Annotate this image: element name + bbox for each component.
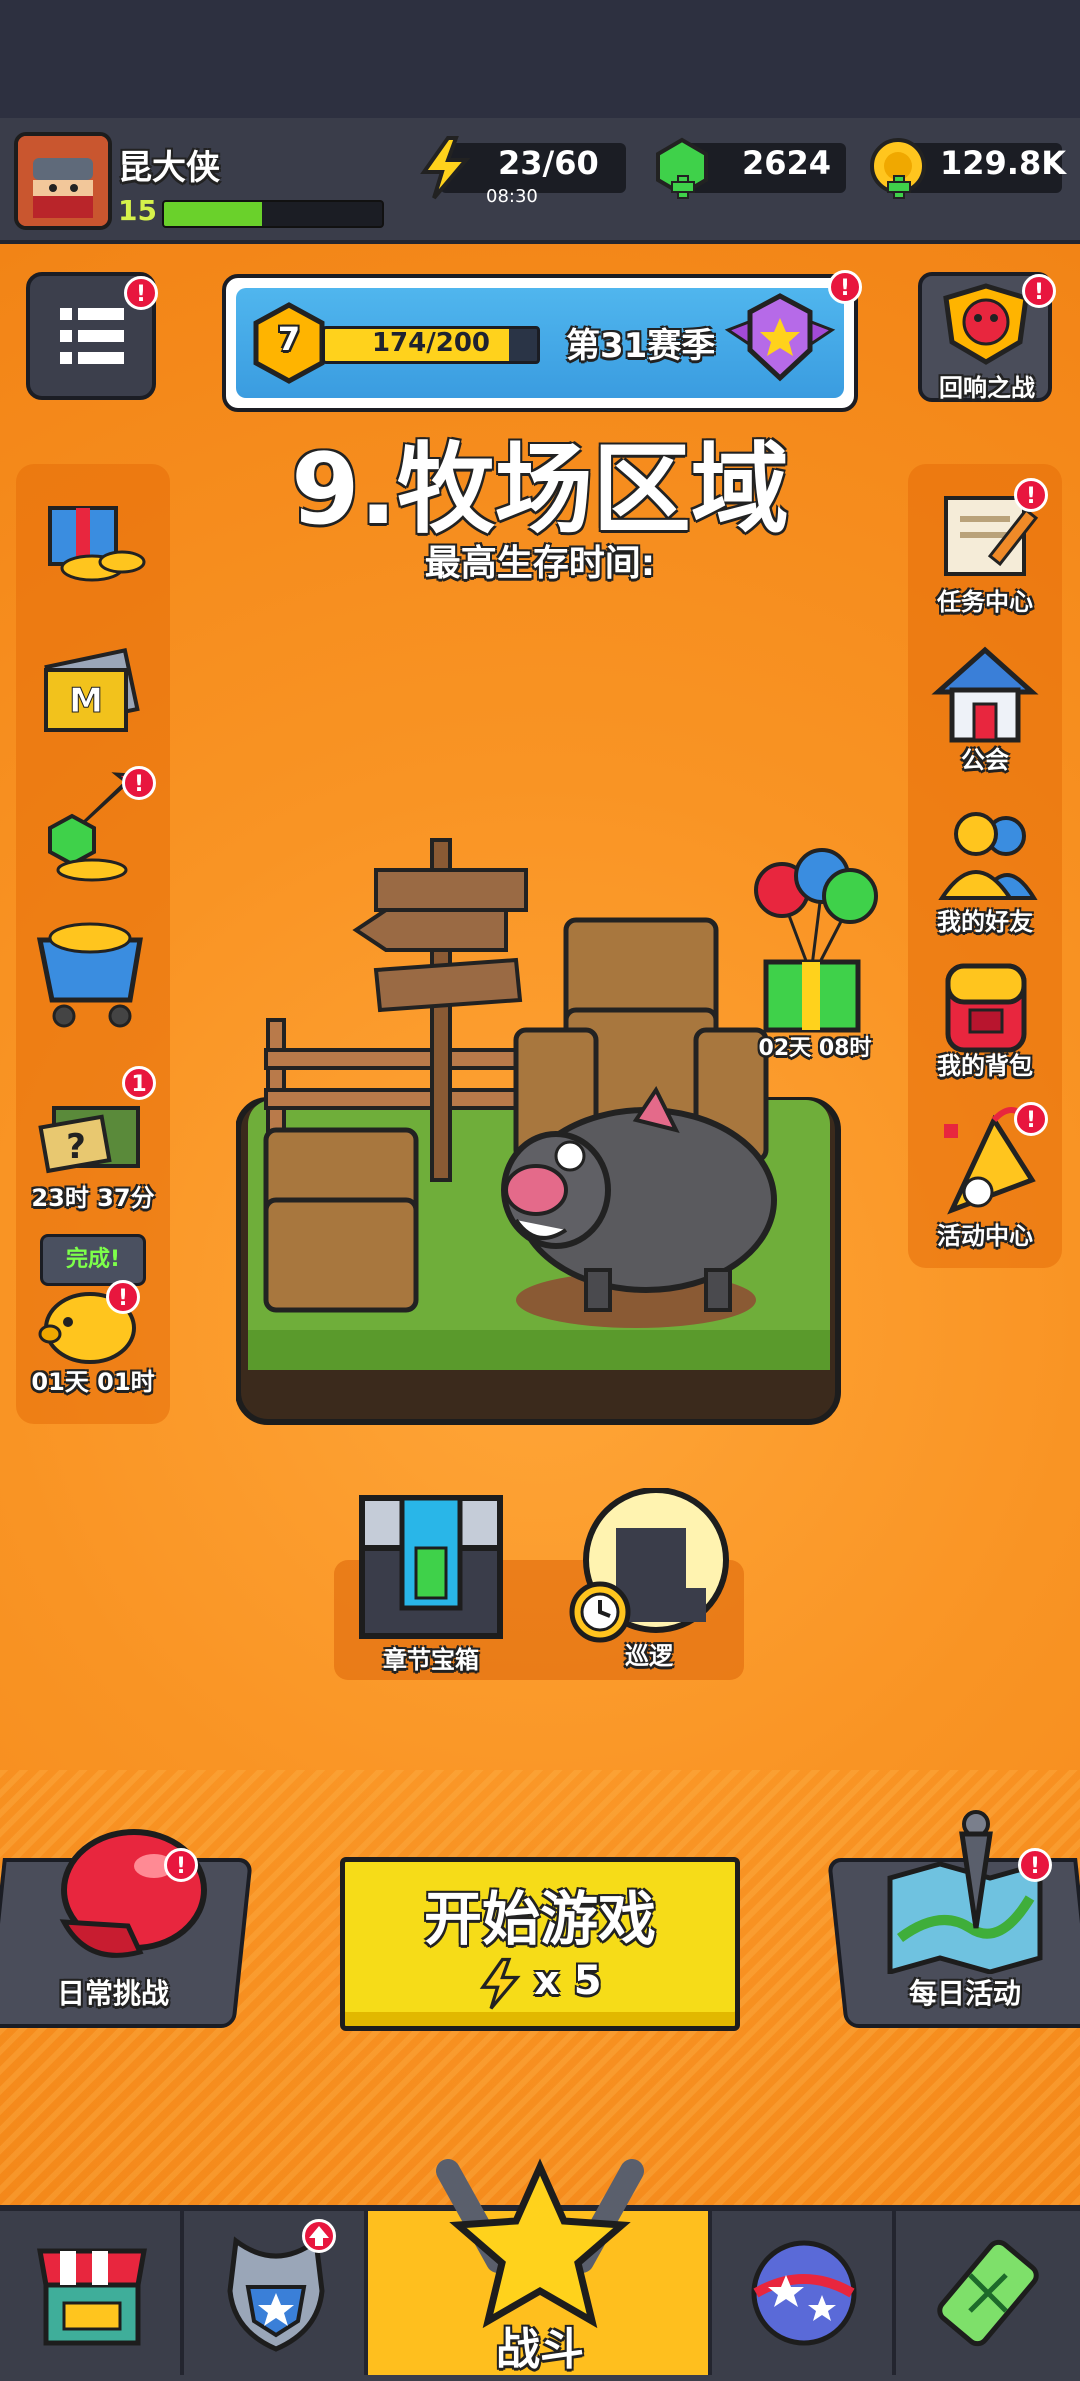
season-badge-icon xyxy=(724,290,836,398)
shop-cart-icon[interactable] xyxy=(30,904,154,1038)
nav-skills[interactable] xyxy=(712,2211,896,2375)
event-center-alert-badge: ! xyxy=(1014,1102,1048,1136)
chapter-chest-icon[interactable] xyxy=(356,1492,506,1646)
treasure-map-icon xyxy=(880,1808,1050,1978)
daily-activity-label: 每日活动 xyxy=(908,1977,1021,2010)
coin-plus-icon[interactable] xyxy=(868,136,928,204)
coins-value: 129.8K xyxy=(940,144,1067,182)
patrol-icon[interactable] xyxy=(566,1487,736,1652)
nav-shop[interactable] xyxy=(0,2211,184,2375)
demon-shield-icon xyxy=(943,283,1029,365)
xp-bar xyxy=(162,200,384,228)
guild-label: 公会 xyxy=(961,746,1009,774)
nav-battle[interactable]: 战斗 xyxy=(368,2158,712,2375)
energy-timer: 08:30 xyxy=(486,186,538,207)
gem-plus-icon[interactable] xyxy=(652,136,712,204)
start-game-label: 开始游戏 xyxy=(423,1885,656,1953)
xp-bar-fill xyxy=(164,202,263,226)
player-avatar[interactable] xyxy=(14,132,112,230)
piggy-timer: 01天 01时 xyxy=(31,1368,155,1396)
nav-battle-label: 战斗 xyxy=(496,2324,584,2375)
balloon-gift-icon[interactable] xyxy=(748,846,878,1040)
task-center-label: 任务中心 xyxy=(937,588,1033,616)
nav-talent[interactable] xyxy=(184,2211,368,2375)
crate-timer: 23时 37分 xyxy=(31,1184,155,1212)
balloon-gift-timer: 02天 08时 xyxy=(758,1036,872,1061)
piggy-alert-badge: ! xyxy=(106,1280,140,1314)
daily-challenge-alert-badge: ! xyxy=(164,1848,198,1882)
energy-value: 23/60 xyxy=(498,144,599,182)
shop-stall-icon xyxy=(37,2248,147,2346)
monthly-card-icon[interactable]: M xyxy=(32,636,152,750)
svg-text:M: M xyxy=(69,681,103,721)
season-alert-badge: ! xyxy=(828,270,862,304)
gems-value: 2624 xyxy=(742,144,832,182)
status-bar xyxy=(0,0,1080,118)
menu-alert-badge: ! xyxy=(124,276,158,310)
crate-count-badge: 1 xyxy=(122,1066,156,1100)
dna-capsule-icon xyxy=(937,2239,1039,2347)
daily-activity-alert-badge: ! xyxy=(1018,1848,1052,1882)
skill-orb-icon xyxy=(751,2240,857,2346)
backpack-label: 我的背包 xyxy=(937,1052,1033,1080)
energy-cost-icon xyxy=(478,1956,522,2016)
player-name: 昆大侠 xyxy=(118,148,220,188)
start-game-cost: x 5 xyxy=(534,1958,602,2004)
echo-battle-label: 回响之战 xyxy=(939,374,1035,402)
gift-coins-icon[interactable] xyxy=(32,486,152,600)
energy-icon xyxy=(418,136,472,204)
player-level: 15 xyxy=(118,194,157,227)
nav-evolve[interactable] xyxy=(896,2211,1080,2375)
piggy-complete-tag: 完成! xyxy=(40,1234,146,1286)
season-label: 第31赛季 xyxy=(566,326,716,366)
season-progress: 174/200 xyxy=(371,328,491,358)
season-level: 7 xyxy=(277,320,301,358)
svg-text:?: ? xyxy=(66,1127,86,1167)
friends-icon[interactable] xyxy=(932,806,1042,910)
patrol-label: 巡逻 xyxy=(625,1642,673,1670)
friends-label: 我的好友 xyxy=(937,908,1033,936)
list-menu-icon xyxy=(60,308,124,364)
daily-challenge-label: 日常挑战 xyxy=(56,1977,169,2010)
upgrade-alert-badge: ! xyxy=(122,766,156,800)
chapter-chest-label: 章节宝箱 xyxy=(383,1646,479,1674)
task-center-alert-badge: ! xyxy=(1014,478,1048,512)
guild-house-icon[interactable] xyxy=(930,640,1040,754)
event-center-label: 活动中心 xyxy=(937,1222,1033,1250)
echo-battle-alert-badge: ! xyxy=(1022,274,1056,308)
talent-upgrade-arrow-icon xyxy=(302,2219,336,2253)
